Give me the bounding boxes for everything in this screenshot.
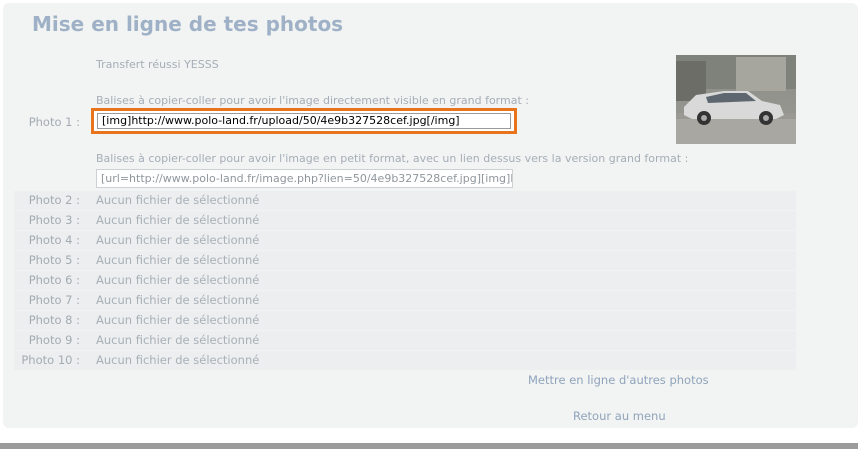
photo-label: Photo 6 : (28, 273, 80, 287)
photo-file-status[interactable]: Aucun fichier de sélectionné (96, 293, 259, 307)
small-format-caption: Balises à copier-coller pour avoir l'ima… (96, 152, 689, 165)
large-format-caption: Balises à copier-coller pour avoir l'ima… (96, 94, 529, 107)
photo-file-status[interactable]: Aucun fichier de sélectionné (96, 273, 259, 287)
car-photo-thumbnail-icon[interactable] (676, 55, 796, 144)
success-message: Transfert réussi YESSS (96, 58, 219, 71)
photo-label: Photo 3 : (28, 213, 80, 227)
photo-1-label: Photo 1 : (28, 115, 80, 129)
photo-file-status[interactable]: Aucun fichier de sélectionné (96, 213, 259, 227)
photo-label: Photo 4 : (28, 233, 80, 247)
photo-label: Photo 10 : (21, 353, 80, 367)
car-photo-svg (676, 55, 796, 144)
photo-file-status[interactable]: Aucun fichier de sélectionné (96, 253, 259, 267)
photo-label: Photo 9 : (28, 333, 80, 347)
photo-file-status[interactable]: Aucun fichier de sélectionné (96, 193, 259, 207)
large-tag-field[interactable]: [img]http://www.polo-land.fr/upload/50/4… (97, 113, 511, 129)
small-tag-field[interactable]: [url=http://www.polo-land.fr/image.php?l… (96, 169, 513, 188)
back-menu-link[interactable]: Retour au menu (573, 409, 666, 423)
photo-label: Photo 5 : (28, 253, 80, 267)
photo-label: Photo 7 : (28, 293, 80, 307)
page-title: Mise en ligne de tes photos (32, 12, 344, 36)
photo-label: Photo 8 : (28, 313, 80, 327)
photo-label: Photo 2 : (28, 193, 80, 207)
photo-file-status[interactable]: Aucun fichier de sélectionné (96, 353, 259, 367)
more-photos-link[interactable]: Mettre en ligne d'autres photos (528, 373, 709, 387)
bottom-divider (0, 443, 858, 449)
large-tag-highlight: [img]http://www.polo-land.fr/upload/50/4… (91, 108, 517, 134)
photo-file-status[interactable]: Aucun fichier de sélectionné (96, 333, 259, 347)
photo-file-status[interactable]: Aucun fichier de sélectionné (96, 313, 259, 327)
photo-file-status[interactable]: Aucun fichier de sélectionné (96, 233, 259, 247)
